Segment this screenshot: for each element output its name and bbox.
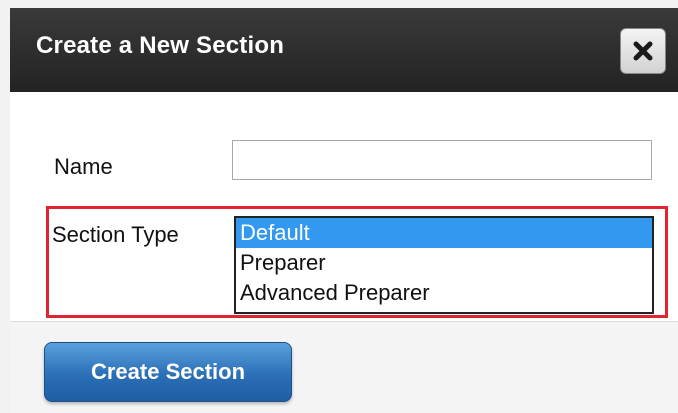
create-section-dialog: Create a New Section Name Section Type D…	[0, 0, 678, 413]
name-input[interactable]	[232, 140, 652, 180]
dialog-titlebar: Create a New Section	[10, 8, 678, 92]
close-x-icon	[633, 41, 653, 61]
section-type-option-preparer[interactable]: Preparer	[236, 248, 652, 278]
dialog-content: Name Section Type Default Preparer Advan…	[10, 92, 678, 321]
close-button[interactable]	[620, 28, 666, 74]
dialog-footer: Create Section	[10, 321, 678, 413]
dialog-title: Create a New Section	[36, 32, 285, 59]
name-label: Name	[54, 154, 113, 179]
section-type-option-advanced-preparer[interactable]: Advanced Preparer	[236, 278, 652, 308]
create-section-button[interactable]: Create Section	[44, 342, 292, 402]
section-type-label: Section Type	[52, 222, 179, 247]
section-type-listbox[interactable]: Default Preparer Advanced Preparer	[234, 216, 654, 314]
section-type-option-default[interactable]: Default	[236, 218, 652, 248]
